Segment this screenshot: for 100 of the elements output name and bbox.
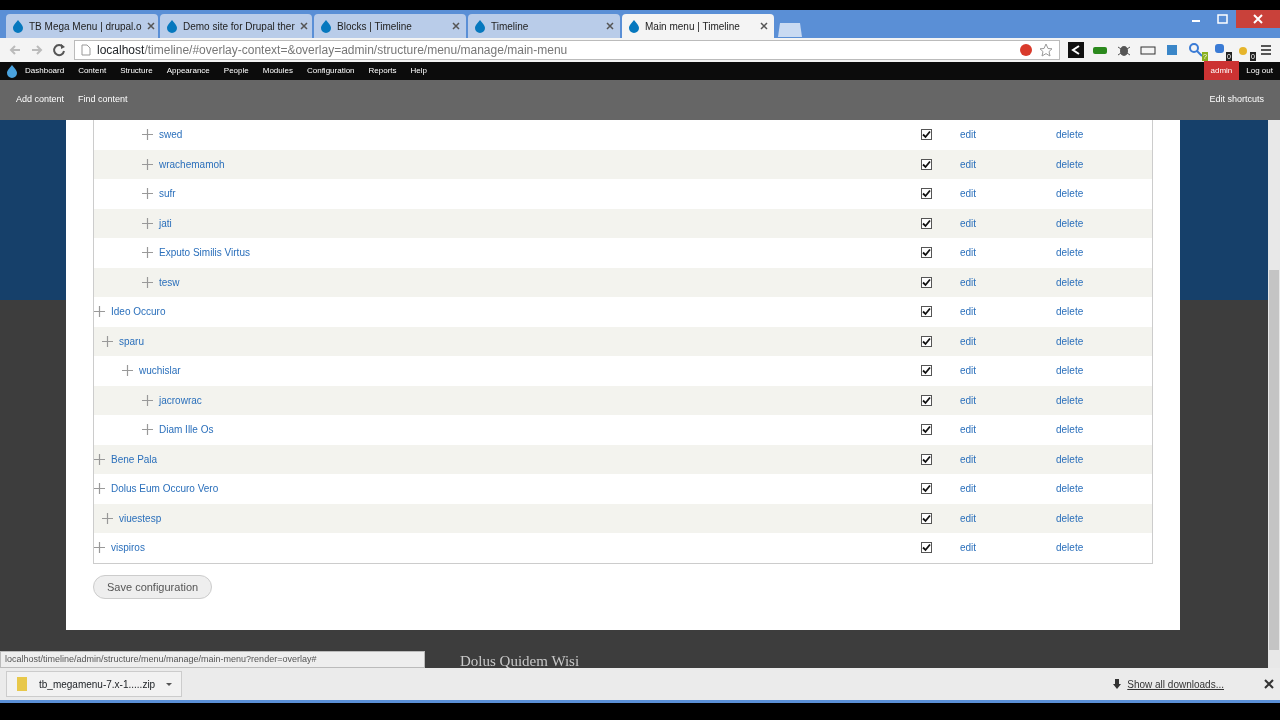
browser-tab[interactable]: Demo site for Drupal ther <box>160 14 312 38</box>
delete-link[interactable]: delete <box>1056 365 1084 377</box>
menu-item-link[interactable]: wuchislar <box>139 363 181 379</box>
edit-link[interactable]: edit <box>960 365 977 377</box>
drag-handle-icon[interactable] <box>94 542 105 554</box>
enabled-checkbox[interactable] <box>921 512 932 524</box>
enabled-checkbox[interactable] <box>921 158 932 170</box>
edit-link[interactable]: edit <box>960 276 977 288</box>
caret-icon[interactable] <box>165 680 174 688</box>
address-bar[interactable]: localhost/timeline/#overlay-context=&overlay=admin/structure/menu/manage/main-menu <box>74 40 1060 60</box>
edit-link[interactable]: edit <box>960 512 977 524</box>
enabled-checkbox[interactable] <box>921 424 932 436</box>
shortcut-link[interactable]: Find content <box>78 93 128 107</box>
stop-sign-icon[interactable] <box>1019 43 1033 57</box>
menu-item-link[interactable]: jati <box>159 215 172 231</box>
enabled-checkbox[interactable] <box>921 217 932 229</box>
toolbar-link[interactable]: Content <box>71 65 114 77</box>
delete-link[interactable]: delete <box>1056 424 1084 436</box>
menu-item-link[interactable]: Dolus Eum Occuro Vero <box>111 481 219 497</box>
toolbar-link[interactable]: Appearance <box>159 65 217 77</box>
star-icon[interactable] <box>1039 43 1053 57</box>
enabled-checkbox[interactable] <box>921 247 932 259</box>
menu-item-link[interactable]: sufr <box>159 186 176 202</box>
menu-item-link[interactable]: Ideo Occuro <box>111 304 166 320</box>
enabled-checkbox[interactable] <box>921 483 932 495</box>
delete-link[interactable]: delete <box>1056 276 1084 288</box>
enabled-checkbox[interactable] <box>921 365 932 377</box>
menu-item-link[interactable]: Diam Ille Os <box>159 422 214 438</box>
toolbar-link[interactable]: Help <box>403 65 435 77</box>
drag-handle-icon[interactable] <box>102 512 113 524</box>
edit-link[interactable]: edit <box>960 483 977 495</box>
toolbar-link[interactable]: Configuration <box>299 65 362 77</box>
edit-link[interactable]: edit <box>960 129 977 141</box>
enabled-checkbox[interactable] <box>921 453 932 465</box>
reload-icon[interactable] <box>52 43 66 57</box>
delete-link[interactable]: delete <box>1056 217 1084 229</box>
enabled-checkbox[interactable] <box>921 335 932 347</box>
drag-handle-icon[interactable] <box>142 247 153 259</box>
enabled-checkbox[interactable] <box>921 276 932 288</box>
edit-link[interactable]: edit <box>960 217 977 229</box>
logout-link[interactable]: Log out <box>1239 65 1280 77</box>
browser-tab[interactable]: TB Mega Menu | drupal.o <box>6 14 158 38</box>
drag-handle-icon[interactable] <box>94 483 105 495</box>
menu-item-link[interactable]: vispiros <box>111 540 145 556</box>
drag-handle-icon[interactable] <box>142 276 153 288</box>
delete-link[interactable]: delete <box>1056 335 1084 347</box>
drag-handle-icon[interactable] <box>102 335 113 347</box>
drag-handle-icon[interactable] <box>94 306 105 318</box>
show-all-downloads-link[interactable]: Show all downloads... <box>1127 676 1224 692</box>
close-icon[interactable] <box>606 22 614 30</box>
enabled-checkbox[interactable] <box>921 306 932 318</box>
edit-link[interactable]: edit <box>960 542 977 554</box>
delete-link[interactable]: delete <box>1056 512 1084 524</box>
drag-handle-icon[interactable] <box>94 453 105 465</box>
delete-link[interactable]: delete <box>1056 188 1084 200</box>
scrollbar[interactable] <box>1268 120 1280 668</box>
delete-link[interactable]: delete <box>1056 483 1084 495</box>
drag-handle-icon[interactable] <box>142 129 153 141</box>
menu-item-link[interactable]: Bene Pala <box>111 451 158 467</box>
magnifier-icon[interactable] <box>1188 42 1204 58</box>
drag-handle-icon[interactable] <box>142 158 153 170</box>
close-icon[interactable] <box>146 22 155 30</box>
delete-link[interactable]: delete <box>1056 129 1084 141</box>
delete-link[interactable]: delete <box>1056 453 1084 465</box>
enabled-checkbox[interactable] <box>921 542 932 554</box>
drop-icon[interactable] <box>6 64 18 78</box>
delete-link[interactable]: delete <box>1056 542 1084 554</box>
drag-handle-icon[interactable] <box>142 217 153 229</box>
delete-link[interactable]: delete <box>1056 306 1084 318</box>
delete-link[interactable]: delete <box>1056 247 1084 259</box>
scrollbar-thumb[interactable] <box>1269 270 1279 650</box>
edit-link[interactable]: edit <box>960 188 977 200</box>
delete-link[interactable]: delete <box>1056 394 1084 406</box>
menu-item-link[interactable]: tesw <box>159 274 180 290</box>
edit-link[interactable]: edit <box>960 424 977 436</box>
toolbar-link[interactable]: Modules <box>255 65 300 77</box>
browser-tab[interactable]: Main menu | Timeline <box>622 14 774 38</box>
close-icon[interactable] <box>299 22 308 30</box>
user-link[interactable]: admin <box>1203 61 1240 81</box>
browser-tab[interactable]: Blocks | Timeline <box>314 14 466 38</box>
close-icon[interactable] <box>760 22 768 30</box>
drag-handle-icon[interactable] <box>142 394 153 406</box>
enabled-checkbox[interactable] <box>921 188 932 200</box>
menu-item-link[interactable]: sparu <box>119 333 144 349</box>
edit-link[interactable]: edit <box>960 335 977 347</box>
edit-link[interactable]: edit <box>960 394 977 406</box>
enabled-checkbox[interactable] <box>921 129 932 141</box>
close-icon[interactable] <box>452 22 460 30</box>
edit-link[interactable]: edit <box>960 247 977 259</box>
menu-item-link[interactable]: viuestesp <box>119 510 162 526</box>
menu-icon[interactable] <box>1260 44 1272 56</box>
drag-handle-icon[interactable] <box>122 365 133 377</box>
browser-tab[interactable]: Timeline <box>468 14 620 38</box>
menu-item-link[interactable]: wrachemamoh <box>159 156 225 172</box>
menu-item-link[interactable]: Exputo Similis Virtus <box>159 245 250 261</box>
menu-item-link[interactable]: swed <box>159 127 183 143</box>
download-item[interactable]: tb_megamenu-7.x-1.....zip <box>6 671 183 697</box>
edit-link[interactable]: edit <box>960 306 977 318</box>
close-icon[interactable] <box>1264 679 1274 689</box>
toolbar-link[interactable]: Structure <box>113 65 160 77</box>
